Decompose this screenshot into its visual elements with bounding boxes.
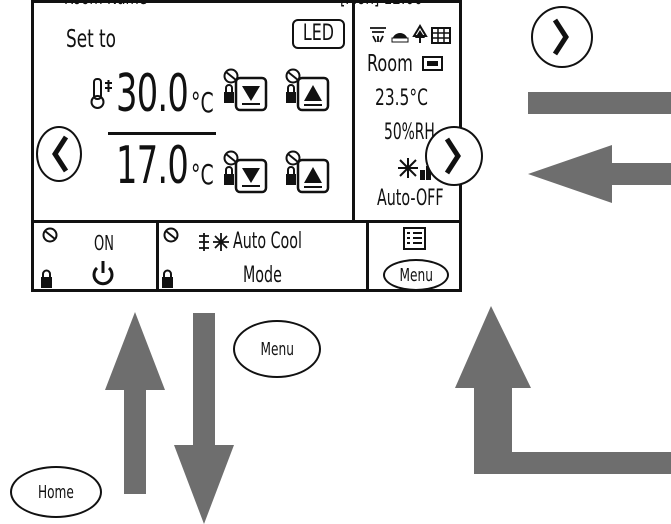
arrow-from-menu-screen — [455, 306, 671, 474]
home-callout-label: Home — [38, 481, 74, 503]
arrow-from-right-screen — [528, 145, 671, 203]
arrow-menu-down — [174, 313, 234, 524]
menu-callout-label: Menu — [260, 338, 294, 360]
home-callout: Home — [10, 466, 102, 518]
arrow-to-right-screen — [528, 92, 671, 114]
menu-callout: Menu — [233, 320, 321, 378]
arrow-home-up — [105, 312, 165, 494]
flow-arrows — [105, 92, 671, 524]
